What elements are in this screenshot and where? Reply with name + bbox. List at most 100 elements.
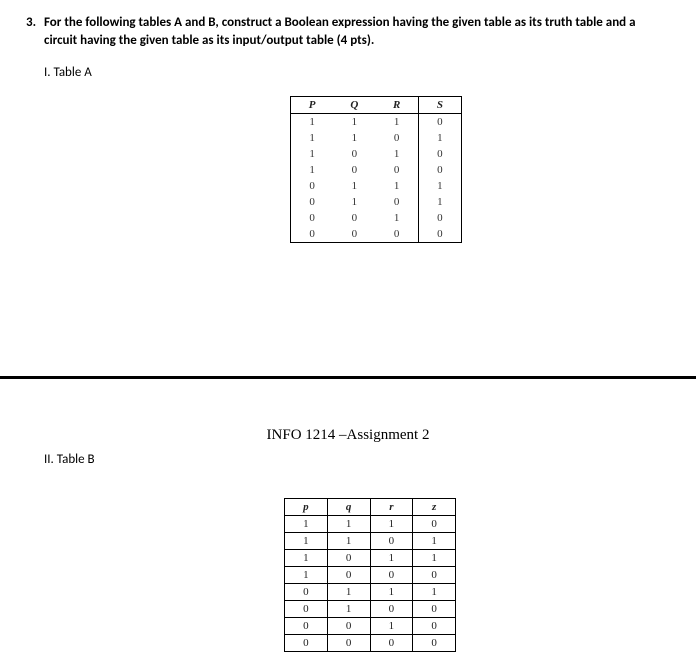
table-a-cell: 1 (418, 178, 461, 194)
table-a-row: 1 1 1 0 (291, 114, 462, 131)
table-b-row: 1 1 0 1 (285, 533, 456, 550)
table-b-cell: 1 (370, 516, 413, 533)
table-a-cell: 0 (376, 130, 419, 146)
table-b-row: 1 0 1 1 (285, 550, 456, 567)
table-a-cell: 0 (376, 226, 419, 243)
table-a-cell: 1 (291, 162, 334, 178)
table-b-cell: 1 (413, 550, 456, 567)
table-b-header-q: q (327, 499, 370, 516)
table-a-cell: 0 (418, 210, 461, 226)
table-b-row: 1 0 0 0 (285, 567, 456, 584)
page: 3. For the following tables A and B, con… (0, 0, 696, 648)
table-b-cell: 0 (413, 618, 456, 635)
table-a-cell: 1 (376, 114, 419, 131)
table-a-row: 1 0 0 0 (291, 162, 462, 178)
table-b-cell: 0 (285, 618, 328, 635)
table-b-cell: 0 (285, 635, 328, 652)
table-a-cell: 0 (291, 194, 334, 210)
table-b-cell: 1 (327, 533, 370, 550)
table-b-cell: 0 (370, 601, 413, 618)
table-b-cell: 0 (413, 567, 456, 584)
question-row: 3. For the following tables A and B, con… (26, 14, 670, 49)
table-a-cell: 1 (376, 178, 419, 194)
section-b-label: II. Table B (44, 452, 95, 467)
table-b-cell: 0 (413, 635, 456, 652)
table-a-row: 0 1 0 1 (291, 194, 462, 210)
table-a-row: 0 0 0 0 (291, 226, 462, 243)
table-b-header-z: z (413, 499, 456, 516)
table-b-header-r: r (370, 499, 413, 516)
table-b-cell: 1 (285, 550, 328, 567)
table-a-cell: 1 (418, 130, 461, 146)
table-a-cell: 1 (376, 146, 419, 162)
table-a-cell: 0 (291, 226, 334, 243)
table-a-cell: 1 (333, 130, 375, 146)
table-a-header-p: P (291, 97, 334, 114)
table-b-cell: 1 (285, 516, 328, 533)
question-number: 3. (26, 14, 44, 32)
table-a-cell: 0 (333, 226, 375, 243)
table-a-row: 1 0 1 0 (291, 146, 462, 162)
assignment-title: INFO 1214 –Assignment 2 (0, 427, 696, 444)
table-b-cell: 0 (370, 533, 413, 550)
table-a-cell: 1 (291, 114, 334, 131)
question-text: For the following tables A and B, constr… (44, 14, 670, 49)
table-b-cell: 1 (370, 550, 413, 567)
table-a: P Q R S 1 1 1 0 1 1 0 1 (290, 96, 462, 243)
table-a-header-row: P Q R S (291, 97, 462, 114)
table-b-cell: 0 (327, 567, 370, 584)
table-b-cell: 0 (285, 601, 328, 618)
table-b-cell: 0 (327, 618, 370, 635)
table-a-cell: 0 (376, 194, 419, 210)
table-a-cell: 1 (333, 114, 375, 131)
table-b-row: 0 0 1 0 (285, 618, 456, 635)
table-a-cell: 0 (333, 162, 375, 178)
table-b-row: 1 1 1 0 (285, 516, 456, 533)
table-a-cell: 1 (376, 210, 419, 226)
table-b-cell: 0 (285, 584, 328, 601)
table-b-header-p: p (285, 499, 328, 516)
table-b-cell: 1 (285, 533, 328, 550)
table-b-cell: 1 (413, 584, 456, 601)
table-b-cell: 0 (370, 635, 413, 652)
table-b-cell: 1 (327, 601, 370, 618)
table-a-cell: 0 (418, 226, 461, 243)
table-b-cell: 1 (370, 618, 413, 635)
table-b-row: 0 0 0 0 (285, 635, 456, 652)
table-a-header-s: S (418, 97, 461, 114)
table-a-row: 0 1 1 1 (291, 178, 462, 194)
table-a-header-r: R (376, 97, 419, 114)
table-a-cell: 1 (418, 194, 461, 210)
table-b-cell: 0 (413, 516, 456, 533)
table-a-cell: 0 (291, 210, 334, 226)
table-a-cell: 1 (291, 130, 334, 146)
table-a-cell: 0 (418, 114, 461, 131)
table-a-cell: 1 (333, 178, 375, 194)
section-a-label: I. Table A (44, 65, 670, 80)
table-b-cell: 1 (413, 533, 456, 550)
table-a-container: P Q R S 1 1 1 0 1 1 0 1 (290, 96, 462, 243)
table-a-cell: 1 (333, 194, 375, 210)
table-b-cell: 1 (370, 584, 413, 601)
table-b-cell: 0 (413, 601, 456, 618)
table-a-cell: 0 (291, 178, 334, 194)
table-a-header-q: Q (333, 97, 375, 114)
table-b-container: p q r z 1 1 1 0 1 1 0 1 (284, 498, 456, 652)
table-a-cell: 1 (291, 146, 334, 162)
table-b-cell: 0 (327, 550, 370, 567)
table-b-cell: 1 (327, 516, 370, 533)
table-b-cell: 1 (327, 584, 370, 601)
page-divider (0, 376, 696, 379)
table-b-header-row: p q r z (285, 499, 456, 516)
table-b-row: 0 1 0 0 (285, 601, 456, 618)
table-b-cell: 0 (370, 567, 413, 584)
table-a-row: 1 1 0 1 (291, 130, 462, 146)
table-b: p q r z 1 1 1 0 1 1 0 1 (284, 498, 456, 652)
table-b-row: 0 1 1 1 (285, 584, 456, 601)
table-b-cell: 0 (327, 635, 370, 652)
table-b-cell: 1 (285, 567, 328, 584)
table-a-cell: 0 (376, 162, 419, 178)
table-a-cell: 0 (418, 146, 461, 162)
table-a-row: 0 0 1 0 (291, 210, 462, 226)
table-a-cell: 0 (333, 210, 375, 226)
